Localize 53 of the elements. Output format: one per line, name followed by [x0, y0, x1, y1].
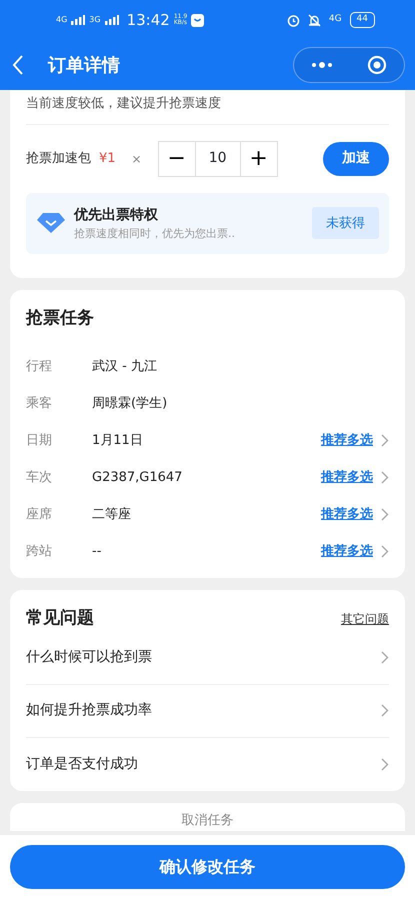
network-label: 4G [56, 14, 68, 26]
field-label: 座席 [26, 506, 53, 524]
card-title: 抢票任务 [26, 307, 95, 330]
package-label: 抢票加速包 [26, 150, 91, 168]
field-value: -- [92, 542, 102, 561]
speed-up-button[interactable]: 加速 [323, 142, 389, 176]
field-value: G2387,G1647 [92, 468, 182, 487]
card-title: 常见问题 [26, 607, 94, 630]
confirm-button[interactable]: 确认修改任务 [10, 845, 405, 889]
other-questions-link[interactable]: 其它问题 [341, 610, 389, 628]
diamond-icon [36, 212, 66, 234]
network-label: 3G [89, 14, 101, 26]
muted-bell-icon [308, 14, 321, 26]
faq-item[interactable]: 订单是否支付成功 [26, 738, 389, 790]
chevron-icon [381, 651, 389, 664]
network-label: 4G [328, 13, 342, 26]
signal-icon [104, 15, 119, 25]
minus-button[interactable]: − [158, 140, 196, 176]
field-label: 行程 [26, 358, 53, 376]
privilege-desc: 抢票速度相同时，优先为您出票.. [74, 226, 235, 242]
field-value: 武汉 - 九江 [92, 358, 157, 376]
cancel-button[interactable]: 取消任务 [10, 802, 405, 830]
more-icon [311, 61, 333, 69]
capsule-control[interactable] [293, 47, 405, 83]
speed-tip: 当前速度较低，建议提升抢票速度 [26, 90, 389, 124]
faq-item[interactable]: 如何提升抢票成功率 [26, 684, 389, 738]
field-label: 跨站 [26, 542, 53, 561]
status-button[interactable]: 未获得 [312, 207, 379, 240]
chevron-icon [381, 434, 389, 447]
privilege-title: 优先出票特权 [74, 206, 159, 224]
chevron-icon [381, 758, 389, 770]
field-label: 日期 [26, 432, 53, 450]
alarm-icon [286, 14, 300, 26]
chevron-icon [381, 471, 389, 484]
multiply-sign: × [132, 150, 142, 168]
chevron-icon [381, 704, 389, 717]
chevron-icon [381, 545, 389, 558]
clock-text: 13:42 [126, 10, 170, 31]
bag-icon [191, 14, 204, 26]
field-label: 车次 [26, 468, 53, 487]
price-text: ¥1 [99, 150, 116, 168]
field-value: 1月11日 [92, 432, 143, 450]
close-target-icon [367, 55, 387, 75]
back-icon[interactable] [12, 55, 24, 75]
signal-icon [71, 15, 86, 25]
chevron-icon [381, 508, 389, 521]
faq-item[interactable]: 什么时候可以抢到票 [26, 632, 389, 684]
field-value: 二等座 [92, 506, 131, 524]
field-value: 周暻霖(学生) [92, 394, 168, 413]
field-label: 乘客 [26, 394, 53, 413]
plus-button[interactable]: + [240, 140, 278, 176]
page-title: 订单详情 [48, 54, 120, 78]
battery-indicator: 44 [350, 12, 375, 28]
